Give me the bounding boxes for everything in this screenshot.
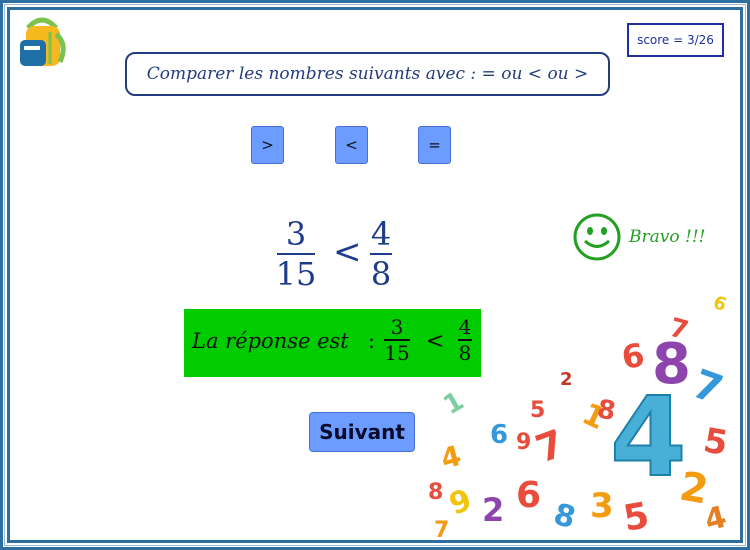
svg-text:9: 9 (516, 430, 531, 455)
right-denominator: 8 (370, 255, 392, 293)
less-than-button[interactable]: < (335, 126, 368, 164)
score-display: score = 3/26 (627, 23, 724, 57)
svg-text:6: 6 (516, 475, 541, 516)
svg-text:5: 5 (700, 420, 730, 464)
svg-text:4: 4 (701, 500, 730, 537)
svg-text:5: 5 (620, 495, 652, 537)
bravo-feedback: Bravo !!! (629, 227, 706, 247)
left-denominator: 15 (275, 255, 317, 293)
equals-button[interactable]: = (418, 126, 451, 164)
backpack-icon (20, 17, 66, 66)
right-numerator: 4 (370, 215, 392, 253)
svg-text:8: 8 (428, 480, 443, 505)
answer-left-fraction: 3 15 (382, 315, 412, 365)
instruction-box: Comparer les nombres suivants avec : = o… (125, 52, 610, 96)
next-button[interactable]: Suivant (309, 412, 415, 452)
svg-text:7: 7 (530, 421, 570, 471)
greater-than-button[interactable]: > (251, 126, 284, 164)
right-fraction: 4 8 (366, 215, 396, 293)
colorful-numbers-illustration: 6 7 6 8 2 7 1 5 1 8 6 9 4 4 7 5 8 9 2 6 … (428, 292, 731, 537)
svg-text:6: 6 (490, 420, 508, 450)
svg-text:4: 4 (610, 373, 687, 501)
svg-text:2: 2 (482, 491, 504, 529)
svg-text:9: 9 (445, 482, 477, 522)
svg-text:8: 8 (550, 497, 579, 536)
svg-text:1: 1 (439, 386, 470, 421)
svg-text:6: 6 (619, 336, 648, 377)
answer-label: La réponse est (192, 329, 349, 353)
left-numerator: 3 (285, 215, 307, 253)
svg-text:6: 6 (710, 292, 729, 316)
svg-text:4: 4 (437, 439, 464, 476)
svg-text:5: 5 (530, 398, 545, 423)
svg-text:7: 7 (434, 518, 449, 537)
svg-text:7: 7 (687, 361, 729, 414)
answer-colon: : (368, 329, 376, 353)
svg-text:2: 2 (560, 369, 573, 390)
smiley-icon (573, 213, 621, 261)
left-fraction: 3 15 (274, 215, 318, 293)
answer-left-numerator: 3 (390, 315, 404, 339)
svg-text:3: 3 (590, 486, 614, 526)
answer-left-denominator: 15 (384, 341, 410, 365)
comparison-relation: < (333, 232, 362, 272)
